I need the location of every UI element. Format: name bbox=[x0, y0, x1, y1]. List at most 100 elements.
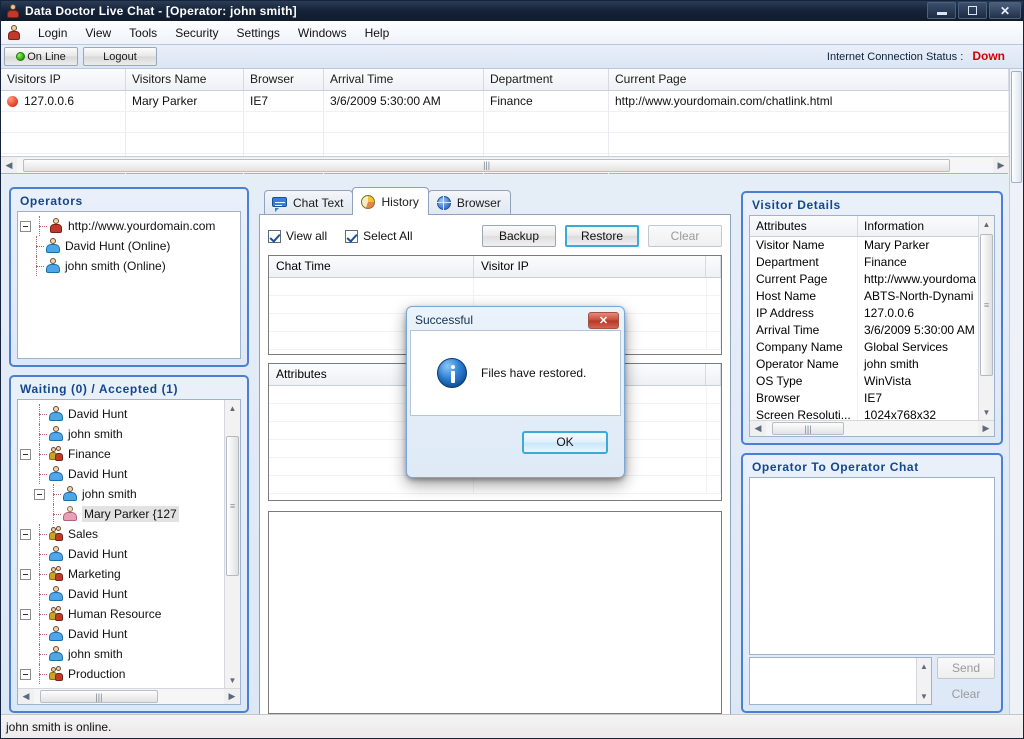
scroll-left-icon[interactable]: ◀ bbox=[750, 421, 766, 436]
operator-chat-input[interactable]: ▲ ▼ bbox=[749, 657, 932, 705]
close-button[interactable]: ✕ bbox=[989, 2, 1021, 19]
visitor-details-hscrollbar[interactable]: ◀ ||| ▶ bbox=[750, 420, 994, 436]
tree-node-group[interactable]: Finance bbox=[18, 444, 222, 464]
visitor-details-table[interactable]: Attributes Information Visitor Name Mary … bbox=[749, 215, 995, 437]
tree-node-group[interactable]: Marketing bbox=[18, 564, 222, 584]
collapse-icon[interactable] bbox=[20, 528, 31, 540]
scroll-up-icon[interactable]: ▲ bbox=[979, 216, 994, 232]
operator-chat-input-scrollbar[interactable]: ▲ ▼ bbox=[916, 658, 931, 704]
table-row-empty[interactable] bbox=[269, 278, 721, 296]
column-browser[interactable]: Browser bbox=[244, 69, 324, 90]
column-department[interactable]: Department bbox=[484, 69, 609, 90]
waiting-tree-vscrollbar[interactable]: ▲ ≡ ▼ bbox=[224, 400, 240, 688]
collapse-icon[interactable] bbox=[20, 608, 31, 620]
logout-button[interactable]: Logout bbox=[83, 47, 157, 66]
scroll-right-icon[interactable]: ▶ bbox=[978, 421, 994, 436]
operator-chat-messages[interactable] bbox=[749, 477, 995, 655]
menu-item-help[interactable]: Help bbox=[356, 23, 399, 43]
scroll-down-icon[interactable]: ▼ bbox=[917, 688, 931, 704]
tree-node-group[interactable]: Production bbox=[18, 664, 222, 684]
operator-chat-clear-button[interactable]: Clear bbox=[937, 683, 995, 705]
collapse-icon[interactable] bbox=[20, 668, 31, 680]
waiting-vscroll-thumb[interactable]: ≡ bbox=[226, 436, 239, 576]
scroll-right-icon[interactable]: ▶ bbox=[224, 689, 240, 704]
vd-vscroll-thumb[interactable]: ≡ bbox=[980, 234, 993, 376]
collapse-icon[interactable] bbox=[20, 220, 31, 232]
hscroll-track[interactable]: ||| bbox=[17, 157, 993, 173]
visitor-details-vscrollbar[interactable]: ▲ ≡ ▼ bbox=[978, 216, 994, 420]
clear-button[interactable]: Clear bbox=[648, 225, 722, 247]
dialog-ok-button[interactable]: OK bbox=[522, 430, 608, 454]
visitor-detail-row[interactable]: Operator Name john smith bbox=[750, 356, 994, 373]
hscroll-thumb[interactable]: ||| bbox=[40, 690, 158, 703]
tree-node-user[interactable]: john smith bbox=[18, 644, 222, 664]
visitor-detail-row[interactable]: Current Page http://www.yourdoma bbox=[750, 271, 994, 288]
column-information[interactable]: Information bbox=[858, 216, 994, 236]
table-row-empty[interactable] bbox=[1, 112, 1009, 133]
scroll-down-icon[interactable]: ▼ bbox=[225, 672, 240, 688]
table-row[interactable]: 127.0.0.6 Mary Parker IE7 3/6/2009 5:30:… bbox=[1, 91, 1009, 112]
table-row-empty[interactable] bbox=[1, 133, 1009, 154]
dialog-close-button[interactable]: ✕ bbox=[588, 311, 619, 329]
select-all-checkbox[interactable]: Select All bbox=[345, 229, 413, 243]
tree-node-user[interactable]: David Hunt bbox=[18, 584, 222, 604]
collapse-icon[interactable] bbox=[20, 448, 31, 460]
maximize-button[interactable] bbox=[958, 2, 987, 19]
column-visitors-ip[interactable]: Visitors IP bbox=[1, 69, 126, 90]
waiting-tree[interactable]: David Hunt john smith Finance David Hunt joh… bbox=[17, 399, 241, 705]
tree-node-user[interactable]: john smith bbox=[18, 424, 222, 444]
visitor-detail-row[interactable]: Visitor Name Mary Parker bbox=[750, 237, 994, 254]
tree-node-visitor[interactable]: Mary Parker {127 bbox=[18, 504, 222, 524]
tab-chat-text[interactable]: Chat Text bbox=[264, 190, 354, 215]
restore-button[interactable]: Restore bbox=[565, 225, 639, 247]
column-visitors-name[interactable]: Visitors Name bbox=[126, 69, 244, 90]
send-button[interactable]: Send bbox=[937, 657, 995, 679]
waiting-tree-hscrollbar[interactable]: ◀ ||| ▶ bbox=[18, 688, 240, 704]
tree-node-user[interactable]: john smith bbox=[18, 484, 222, 504]
menu-item-login[interactable]: Login bbox=[29, 23, 76, 43]
checkbox-icon[interactable] bbox=[345, 229, 359, 243]
transcript-view[interactable] bbox=[268, 511, 722, 714]
tree-node-user[interactable]: David Hunt bbox=[18, 404, 222, 424]
checkbox-icon[interactable] bbox=[268, 229, 281, 243]
tree-node-operator[interactable]: David Hunt (Online) bbox=[18, 236, 240, 256]
tree-node-operator[interactable]: john smith (Online) bbox=[18, 256, 240, 276]
menu-item-view[interactable]: View bbox=[76, 23, 120, 43]
menu-item-tools[interactable]: Tools bbox=[120, 23, 166, 43]
tab-browser[interactable]: Browser bbox=[427, 190, 511, 215]
tree-node-user[interactable]: David Hunt bbox=[18, 624, 222, 644]
tree-node-root[interactable]: http://www.yourdomain.com bbox=[18, 216, 240, 236]
collapse-icon[interactable] bbox=[34, 488, 45, 500]
scroll-down-icon[interactable]: ▼ bbox=[979, 404, 994, 420]
menu-item-settings[interactable]: Settings bbox=[228, 23, 289, 43]
hscroll-track[interactable]: ||| bbox=[766, 421, 978, 436]
column-arrival-time[interactable]: Arrival Time bbox=[324, 69, 484, 90]
visitor-detail-row[interactable]: Arrival Time 3/6/2009 5:30:00 AM bbox=[750, 322, 994, 339]
scroll-up-icon[interactable]: ▲ bbox=[225, 400, 240, 416]
main-vscrollbar[interactable] bbox=[1009, 69, 1023, 714]
visitor-detail-row[interactable]: Host Name ABTS-North-Dynami bbox=[750, 288, 994, 305]
menu-item-security[interactable]: Security bbox=[166, 23, 227, 43]
visitor-detail-row[interactable]: Browser IE7 bbox=[750, 390, 994, 407]
main-vscroll-thumb[interactable] bbox=[1011, 71, 1022, 183]
column-current-page[interactable]: Current Page bbox=[609, 69, 1009, 90]
visitor-detail-row[interactable]: OS Type WinVista bbox=[750, 373, 994, 390]
tree-node-user[interactable]: David Hunt bbox=[18, 544, 222, 564]
column-chat-time[interactable]: Chat Time bbox=[269, 256, 474, 277]
scroll-left-icon[interactable]: ◀ bbox=[18, 689, 34, 704]
tree-node-group[interactable]: Sales bbox=[18, 524, 222, 544]
hscroll-thumb[interactable]: ||| bbox=[23, 158, 951, 172]
operators-tree[interactable]: http://www.yourdomain.com David Hunt (On… bbox=[17, 211, 241, 359]
visitor-detail-row[interactable]: Department Finance bbox=[750, 254, 994, 271]
scroll-left-icon[interactable]: ◀ bbox=[1, 157, 17, 173]
view-all-checkbox[interactable]: View all bbox=[268, 229, 327, 243]
hscroll-track[interactable]: ||| bbox=[34, 689, 224, 704]
visitors-grid-hscrollbar[interactable]: ◀ ||| ▶ bbox=[1, 156, 1009, 173]
column-attributes[interactable]: Attributes bbox=[750, 216, 858, 236]
tree-node-group[interactable]: Human Resource bbox=[18, 604, 222, 624]
visitors-grid[interactable]: Visitors IP Visitors Name Browser Arriva… bbox=[1, 69, 1009, 175]
table-row-empty[interactable] bbox=[269, 476, 721, 494]
scroll-right-icon[interactable]: ▶ bbox=[993, 157, 1009, 173]
visitor-detail-row[interactable]: Company Name Global Services bbox=[750, 339, 994, 356]
online-status-button[interactable]: On Line bbox=[4, 47, 78, 66]
